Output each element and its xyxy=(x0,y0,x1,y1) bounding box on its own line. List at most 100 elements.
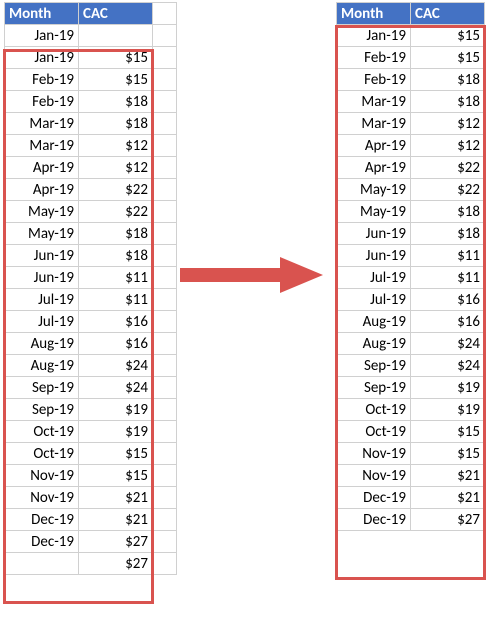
cell-cac[interactable]: $21 xyxy=(79,487,153,509)
cell-cac[interactable]: $15 xyxy=(79,465,153,487)
cell-cac[interactable]: $18 xyxy=(411,201,485,223)
cell-month[interactable]: Aug-19 xyxy=(5,333,79,355)
cell-cac[interactable]: $27 xyxy=(79,531,153,553)
blank-cell[interactable] xyxy=(153,465,177,487)
cell-month[interactable]: Jan-19 xyxy=(5,25,79,47)
cell-month[interactable]: Jun-19 xyxy=(337,245,411,267)
cell-cac[interactable]: $21 xyxy=(79,509,153,531)
blank-cell[interactable] xyxy=(153,311,177,333)
blank-cell[interactable] xyxy=(153,223,177,245)
blank-cell[interactable] xyxy=(153,531,177,553)
blank-cell[interactable] xyxy=(153,25,177,47)
cell-cac[interactable]: $11 xyxy=(411,267,485,289)
cell-month[interactable]: May-19 xyxy=(5,201,79,223)
cell-month[interactable]: Nov-19 xyxy=(337,465,411,487)
cell-cac[interactable]: $15 xyxy=(411,421,485,443)
cell-month[interactable]: May-19 xyxy=(337,179,411,201)
cell-month[interactable]: Feb-19 xyxy=(5,69,79,91)
cell-cac[interactable]: $16 xyxy=(79,311,153,333)
blank-cell[interactable] xyxy=(153,245,177,267)
cell-month[interactable]: Nov-19 xyxy=(337,443,411,465)
blank-cell[interactable] xyxy=(153,421,177,443)
blank-cell[interactable] xyxy=(153,289,177,311)
blank-cell[interactable] xyxy=(153,3,177,25)
blank-cell[interactable] xyxy=(153,69,177,91)
cell-cac[interactable]: $27 xyxy=(411,509,485,531)
cell-month[interactable]: Sep-19 xyxy=(337,377,411,399)
cell-cac[interactable]: $12 xyxy=(79,157,153,179)
cell-cac[interactable]: $11 xyxy=(411,245,485,267)
cell-month[interactable]: Oct-19 xyxy=(5,443,79,465)
blank-cell[interactable] xyxy=(153,399,177,421)
cell-cac[interactable]: $24 xyxy=(79,377,153,399)
cell-month[interactable]: Apr-19 xyxy=(337,157,411,179)
cell-month[interactable]: Feb-19 xyxy=(337,69,411,91)
cell-month[interactable]: Sep-19 xyxy=(5,377,79,399)
blank-cell[interactable] xyxy=(153,91,177,113)
header-cac[interactable]: CAC xyxy=(79,3,153,25)
cell-month[interactable]: Apr-19 xyxy=(337,135,411,157)
cell-month[interactable]: Jun-19 xyxy=(5,267,79,289)
cell-cac[interactable]: $22 xyxy=(411,179,485,201)
blank-cell[interactable] xyxy=(153,553,177,575)
cell-cac[interactable]: $12 xyxy=(411,135,485,157)
cell-cac[interactable]: $15 xyxy=(411,443,485,465)
blank-cell[interactable] xyxy=(153,355,177,377)
cell-cac[interactable]: $24 xyxy=(411,355,485,377)
header-month[interactable]: Month xyxy=(5,3,79,25)
cell-month[interactable]: Sep-19 xyxy=(5,399,79,421)
cell-cac[interactable]: $27 xyxy=(79,553,153,575)
cell-month[interactable]: Aug-19 xyxy=(5,355,79,377)
cell-month[interactable]: Feb-19 xyxy=(5,91,79,113)
cell-month[interactable]: May-19 xyxy=(337,201,411,223)
cell-cac[interactable]: $18 xyxy=(79,91,153,113)
cell-month[interactable]: Jul-19 xyxy=(5,289,79,311)
cell-cac[interactable]: $18 xyxy=(411,69,485,91)
cell-month[interactable]: Aug-19 xyxy=(337,311,411,333)
cell-cac[interactable]: $16 xyxy=(411,289,485,311)
blank-cell[interactable] xyxy=(153,487,177,509)
header-cac[interactable]: CAC xyxy=(411,3,485,25)
cell-cac[interactable]: $15 xyxy=(79,69,153,91)
cell-month[interactable]: Mar-19 xyxy=(5,135,79,157)
blank-cell[interactable] xyxy=(153,179,177,201)
cell-month[interactable]: Jan-19 xyxy=(5,47,79,69)
cell-cac[interactable]: $21 xyxy=(411,487,485,509)
blank-cell[interactable] xyxy=(153,47,177,69)
blank-cell[interactable] xyxy=(153,135,177,157)
cell-cac[interactable]: $15 xyxy=(79,443,153,465)
cell-cac[interactable]: $15 xyxy=(79,47,153,69)
cell-month[interactable]: Mar-19 xyxy=(337,91,411,113)
cell-month[interactable]: Nov-19 xyxy=(5,465,79,487)
blank-cell[interactable] xyxy=(153,333,177,355)
cell-month[interactable]: Dec-19 xyxy=(337,509,411,531)
cell-cac[interactable]: $22 xyxy=(79,201,153,223)
cell-month[interactable]: Jul-19 xyxy=(337,267,411,289)
cell-month[interactable]: Oct-19 xyxy=(337,399,411,421)
cell-cac[interactable]: $21 xyxy=(411,465,485,487)
cell-cac[interactable]: $11 xyxy=(79,289,153,311)
cell-cac[interactable]: $22 xyxy=(79,179,153,201)
cell-cac[interactable]: $18 xyxy=(79,113,153,135)
cell-cac[interactable]: $12 xyxy=(411,113,485,135)
cell-cac[interactable]: $22 xyxy=(411,157,485,179)
cell-month[interactable]: May-19 xyxy=(5,223,79,245)
cell-cac[interactable]: $18 xyxy=(411,91,485,113)
cell-month[interactable]: Jun-19 xyxy=(5,245,79,267)
cell-month[interactable]: Mar-19 xyxy=(337,113,411,135)
cell-month[interactable] xyxy=(5,553,79,575)
cell-cac[interactable]: $19 xyxy=(411,399,485,421)
cell-month[interactable]: Apr-19 xyxy=(5,179,79,201)
cell-cac[interactable]: $19 xyxy=(79,421,153,443)
cell-month[interactable]: Dec-19 xyxy=(5,531,79,553)
cell-cac[interactable]: $18 xyxy=(79,245,153,267)
cell-cac[interactable]: $19 xyxy=(411,377,485,399)
cell-month[interactable]: Feb-19 xyxy=(337,47,411,69)
blank-cell[interactable] xyxy=(153,201,177,223)
cell-month[interactable]: Jul-19 xyxy=(337,289,411,311)
cell-month[interactable]: Jun-19 xyxy=(337,223,411,245)
cell-cac[interactable]: $19 xyxy=(79,399,153,421)
header-month[interactable]: Month xyxy=(337,3,411,25)
cell-month[interactable]: Dec-19 xyxy=(337,487,411,509)
blank-cell[interactable] xyxy=(153,113,177,135)
